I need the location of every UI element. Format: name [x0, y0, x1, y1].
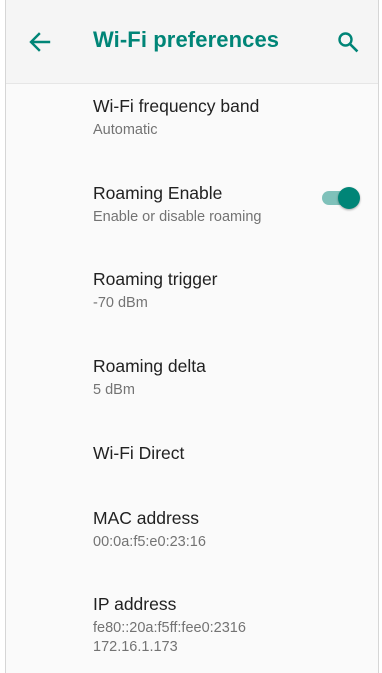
pref-wifi-direct[interactable]: Wi-Fi Direct: [6, 430, 378, 496]
pref-summary: 00:0a:f5:e0:23:16: [93, 534, 206, 550]
search-icon: [338, 32, 359, 53]
app-bar: Wi-Fi preferences: [6, 0, 378, 84]
settings-screen: Wi-Fi preferences Wi-Fi frequency band A…: [5, 0, 379, 673]
back-button[interactable]: [24, 28, 56, 56]
roaming-enable-switch[interactable]: [322, 187, 360, 209]
pref-title: IP address: [93, 594, 177, 614]
page-title: Wi-Fi preferences: [93, 27, 280, 52]
pref-title: Roaming trigger: [93, 269, 218, 289]
pref-title: Roaming Enable: [93, 183, 223, 203]
pref-summary: Enable or disable roaming: [93, 209, 262, 225]
pref-mac-address[interactable]: MAC address 00:0a:f5:e0:23:16: [6, 496, 378, 582]
pref-ip-address[interactable]: IP address fe80::20a:f5ff:fee0:2316 172.…: [6, 583, 378, 673]
pref-roaming-enable[interactable]: Roaming Enable Enable or disable roaming: [6, 171, 378, 257]
pref-summary-line: fe80::20a:f5ff:fee0:2316: [93, 620, 246, 636]
pref-summary: Automatic: [93, 122, 158, 138]
switch-thumb: [338, 187, 360, 209]
pref-roaming-delta[interactable]: Roaming delta 5 dBm: [6, 344, 378, 430]
arrow-left-icon: [29, 32, 51, 52]
search-button[interactable]: [332, 28, 364, 56]
pref-wifi-frequency-band[interactable]: Wi-Fi frequency band Automatic: [6, 84, 378, 168]
pref-summary: -70 dBm: [93, 295, 148, 311]
pref-summary: 5 dBm: [93, 382, 135, 398]
pref-title: Wi-Fi Direct: [93, 443, 185, 463]
pref-title: Roaming delta: [93, 356, 206, 376]
pref-title: Wi-Fi frequency band: [93, 96, 260, 116]
pref-roaming-trigger[interactable]: Roaming trigger -70 dBm: [6, 257, 378, 343]
pref-title: MAC address: [93, 508, 200, 528]
pref-summary-line: 172.16.1.173: [93, 639, 178, 655]
